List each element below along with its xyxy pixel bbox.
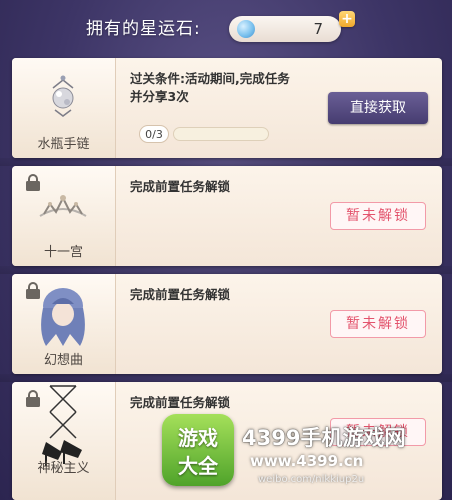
game-site-logo: 游戏 大全 [162,414,234,486]
task-condition: 完成前置任务解锁 [130,178,320,196]
task-condition: 过关条件:活动期间,完成任务 并分享3次 [130,70,320,106]
task-condition-line1: 完成前置任务解锁 [130,179,231,194]
task-condition: 完成前置任务解锁 [130,286,320,304]
item-name: 水瓶手链 [37,137,90,152]
task-condition-line2: 并分享3次 [130,89,189,104]
logo-text-line2: 大全 [178,454,218,478]
task-card-fantasia: 幻想曲 完成前置任务解锁 暂未解锁 [12,274,442,374]
add-stone-button[interactable]: + [339,11,355,27]
item-name: 幻想曲 [43,353,83,368]
item-thumbnail: 神秘主义 [12,382,116,500]
bracelet-icon [52,75,74,117]
watermark-weibo: weibo.com/nikkiup2u [258,474,365,485]
lock-icon [26,282,40,299]
item-name: 十一宫 [43,245,83,260]
item-name: 神秘主义 [37,461,90,476]
item-thumbnail: 水瓶手链 [12,58,116,158]
star-stone-count: 7 [313,20,323,38]
locked-status-badge: 暂未解锁 [330,310,426,338]
logo-text-line1: 游戏 [178,426,218,450]
watermark-url: www.4399.cn [250,452,364,470]
star-stone-label: 拥有的星运石: [86,19,201,39]
task-card-aquarius-bracelet: 水瓶手链 过关条件:活动期间,完成任务 并分享3次 0/3 直接获取 [12,58,442,158]
watermark-site-name: 4399手机游戏网 [242,426,406,450]
lock-icon [26,174,40,191]
header: 拥有的星运石: 7 + [0,0,452,58]
divider [0,374,452,382]
progress-count: 0/3 [139,125,169,143]
get-directly-button[interactable]: 直接获取 [328,92,428,124]
lock-icon [26,390,40,407]
star-stone-counter: 7 [229,16,341,42]
site-watermark: 游戏 大全 4399手机游戏网 www.4399.cn weibo.com/ni… [160,410,452,500]
task-card-eleventh-house: 十一宫 完成前置任务解锁 暂未解锁 [12,166,442,266]
task-condition-line1: 过关条件:活动期间,完成任务 [130,71,290,86]
locked-status-badge: 暂未解锁 [330,202,426,230]
progress-bar [173,127,269,141]
divider [0,158,452,166]
star-stone-icon [237,20,255,38]
item-thumbnail: 十一宫 [12,166,116,266]
divider [0,266,452,274]
task-progress: 0/3 [139,125,271,143]
task-condition-line1: 完成前置任务解锁 [130,287,231,302]
item-thumbnail: 幻想曲 [12,274,116,374]
